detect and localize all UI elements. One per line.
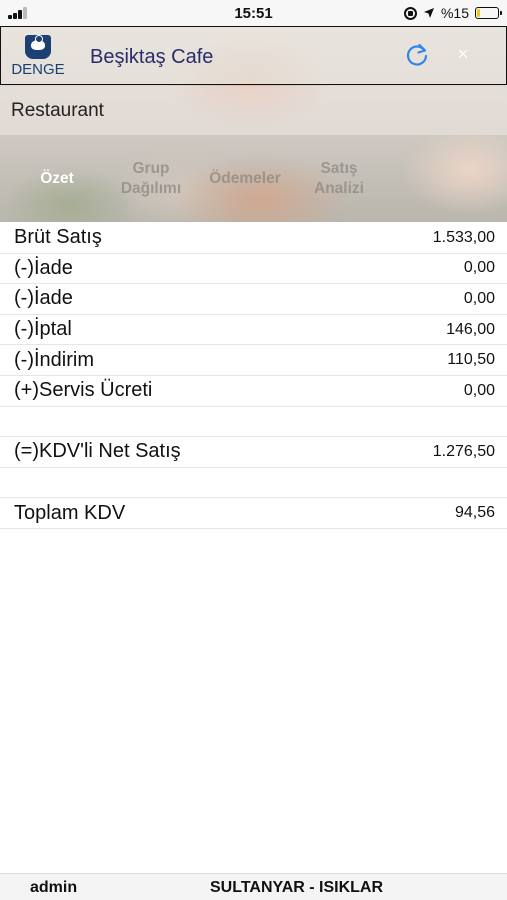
denge-logo: DENGE xyxy=(7,31,69,79)
tab-odemeler[interactable]: Ödemeler xyxy=(198,135,292,222)
row-label: (-)İndirim xyxy=(14,348,94,371)
row-value: 0,00 xyxy=(463,259,495,277)
report-row-iade: (-)İade 0,00 xyxy=(0,254,507,285)
restaurant-label: Restaurant xyxy=(11,100,104,121)
report-row-toplam-kdv: Toplam KDV 94,56 xyxy=(0,498,507,529)
row-value: 0,00 xyxy=(463,289,495,307)
row-label: (-)İade xyxy=(14,256,73,279)
footer-username: admin xyxy=(30,879,78,896)
logo-cup-icon xyxy=(25,35,51,59)
row-value: 1.276,50 xyxy=(432,442,495,460)
tab-grup-dagilimi[interactable]: Grup Dağılımı xyxy=(108,135,194,222)
report-row-servis-ucreti: (+)Servis Ücreti 0,00 xyxy=(0,376,507,407)
tab-ozet[interactable]: Özet xyxy=(18,135,96,222)
app-header: DENGE Beşiktaş Cafe × xyxy=(0,26,507,85)
row-label: (=)KDV'li Net Satış xyxy=(14,440,181,463)
rotation-lock-icon xyxy=(403,6,417,20)
summary-report: Brüt Satış 1.533,00 (-)İade 0,00 (-)İade… xyxy=(0,223,507,529)
restaurant-bar: Restaurant xyxy=(0,86,507,135)
battery-fill xyxy=(477,9,480,17)
battery-icon xyxy=(475,7,502,19)
report-tabs: Özet Grup Dağılımı Ödemeler Satış Analiz… xyxy=(0,135,507,222)
tab-satis-analizi[interactable]: Satış Analizi xyxy=(300,135,378,222)
logo-text: DENGE xyxy=(11,61,65,78)
report-row-brut-satis: Brüt Satış 1.533,00 xyxy=(0,223,507,254)
refresh-icon[interactable] xyxy=(403,41,431,69)
row-label: (-)İade xyxy=(14,287,73,310)
report-row-iade-2: (-)İade 0,00 xyxy=(0,284,507,315)
status-right: %15 xyxy=(403,5,502,21)
row-label: Toplam KDV xyxy=(14,501,126,524)
row-value: 1.533,00 xyxy=(432,228,495,246)
row-label: (-)İptal xyxy=(14,318,72,341)
close-button[interactable]: × xyxy=(453,44,473,64)
report-row-iptal: (-)İptal 146,00 xyxy=(0,315,507,346)
row-value: 0,00 xyxy=(463,381,495,399)
location-arrow-icon xyxy=(423,8,434,18)
battery-percentage: %15 xyxy=(440,5,469,21)
footer-bar: admin SULTANYAR - ISIKLAR xyxy=(0,873,507,900)
report-row-kdvli-net-satis: (=)KDV'li Net Satış 1.276,50 xyxy=(0,437,507,468)
row-label: Brüt Satış xyxy=(14,226,102,249)
row-value: 94,56 xyxy=(454,504,495,522)
report-row-spacer xyxy=(0,468,507,499)
report-row-indirim: (-)İndirim 110,50 xyxy=(0,345,507,376)
row-value: 146,00 xyxy=(446,320,495,338)
row-label: (+)Servis Ücreti xyxy=(14,379,153,402)
report-row-spacer xyxy=(0,407,507,438)
footer-branch: SULTANYAR - ISIKLAR xyxy=(210,879,384,896)
app-title: Beşiktaş Cafe xyxy=(90,46,214,68)
row-value: 110,50 xyxy=(447,351,495,369)
status-bar: 15:51 %15 xyxy=(0,0,507,26)
